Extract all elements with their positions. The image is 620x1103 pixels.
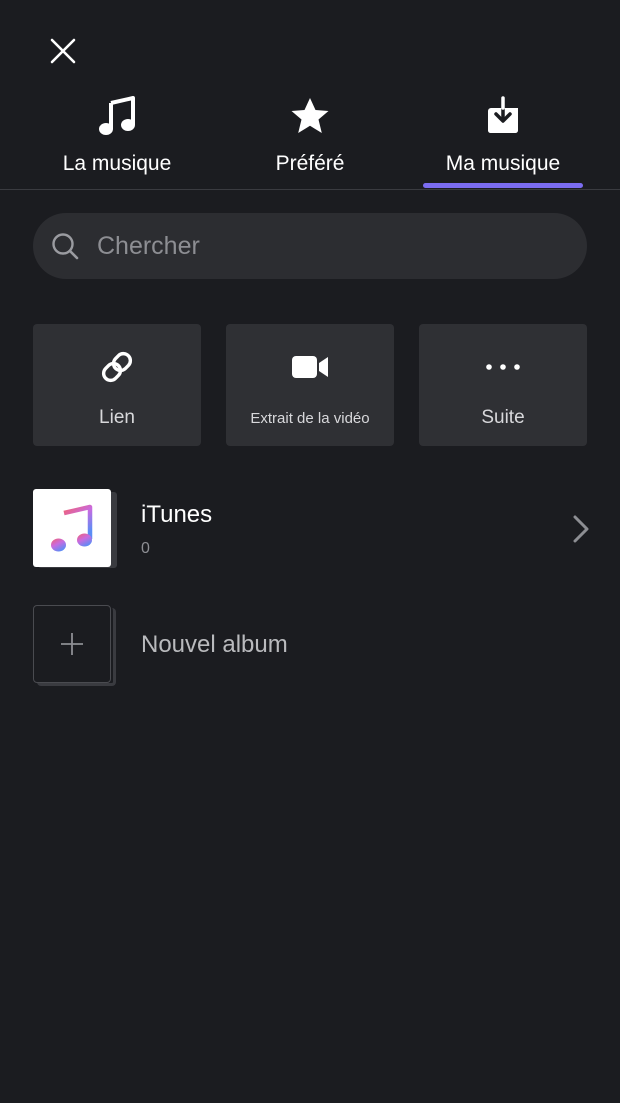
itunes-music-icon xyxy=(51,504,93,552)
close-button[interactable] xyxy=(44,32,82,70)
plus-icon xyxy=(61,633,83,655)
new-album-cover xyxy=(33,605,117,686)
music-note-icon xyxy=(97,94,137,138)
search-input[interactable] xyxy=(95,230,539,262)
video-extract-button[interactable]: Extrait de la vidéo xyxy=(226,324,394,446)
chevron-right-icon xyxy=(573,515,589,543)
album-count: 0 xyxy=(141,540,150,557)
tab-label: La musique xyxy=(62,152,172,175)
download-icon xyxy=(485,94,521,138)
new-album-row[interactable]: Nouvel album xyxy=(33,605,593,686)
active-tab-indicator xyxy=(423,183,583,188)
star-icon xyxy=(290,94,330,138)
tab-label: Préféré xyxy=(275,152,345,175)
tab-prefere[interactable]: Préféré xyxy=(215,88,405,189)
more-icon xyxy=(484,350,522,384)
action-label: Suite xyxy=(481,407,525,428)
link-icon xyxy=(99,350,135,384)
tab-bar: La musique Préféré Ma musique xyxy=(0,88,620,190)
tab-la-musique[interactable]: La musique xyxy=(22,88,212,189)
album-cover xyxy=(33,489,117,569)
album-title: iTunes xyxy=(141,501,213,528)
tab-ma-musique[interactable]: Ma musique xyxy=(408,88,598,189)
music-picker-screen: La musique Préféré Ma musique Chercher L… xyxy=(0,0,620,1103)
more-button[interactable]: Suite xyxy=(419,324,587,446)
link-button[interactable]: Lien xyxy=(33,324,201,446)
search-bar[interactable] xyxy=(33,213,587,279)
search-icon xyxy=(52,233,79,260)
new-album-label: Nouvel album xyxy=(141,631,288,658)
close-icon xyxy=(50,38,76,64)
action-label: Extrait de la vidéo xyxy=(250,410,370,427)
video-camera-icon xyxy=(291,350,329,384)
album-row-itunes[interactable]: iTunes 0 xyxy=(33,489,593,569)
tab-label: Ma musique xyxy=(445,152,561,175)
action-buttons: Lien Extrait de la vidéo Suite xyxy=(33,324,587,446)
action-label: Lien xyxy=(99,407,135,428)
